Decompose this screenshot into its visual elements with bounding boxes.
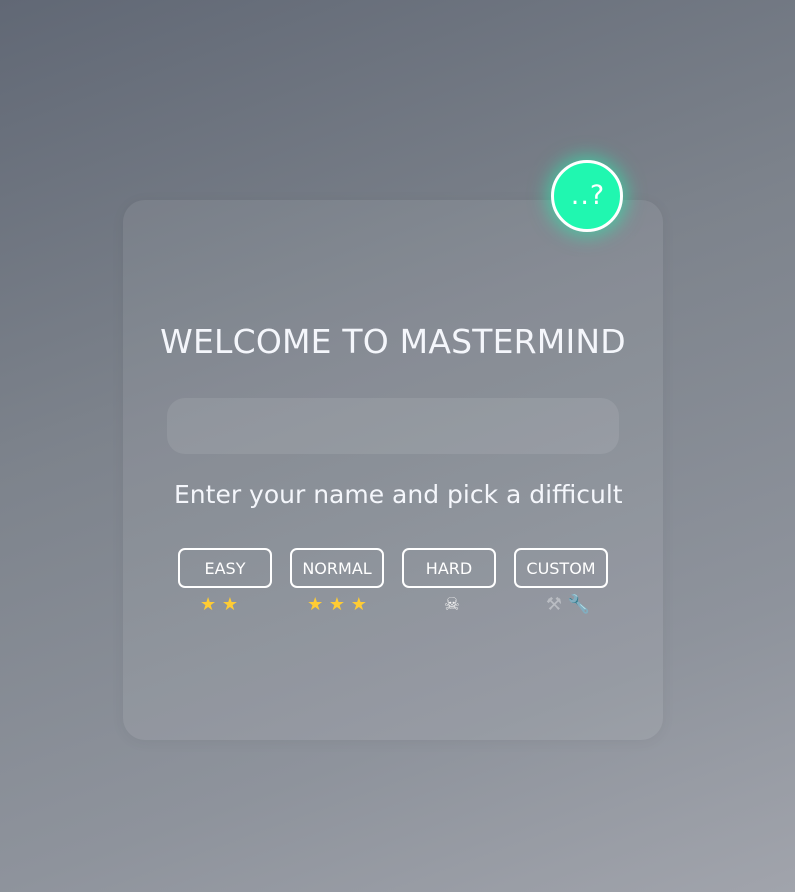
skull-icon: ☠: [443, 594, 461, 615]
normal-button[interactable]: NORMAL: [290, 548, 384, 588]
normal-rating: ★ ★ ★: [307, 594, 367, 616]
help-button[interactable]: ..?: [551, 160, 623, 232]
custom-button[interactable]: CUSTOM: [514, 548, 608, 588]
instruction-text: Enter your name and pick a difficult: [174, 480, 623, 509]
help-label: ..?: [570, 179, 606, 211]
easy-rating: ★ ★: [200, 594, 238, 616]
tools-icon: ⚒ 🔧: [545, 594, 591, 615]
custom-rating: ⚒ 🔧: [532, 594, 590, 616]
star-icon: ★ ★ ★: [307, 594, 367, 615]
hard-rating: ☠: [438, 594, 460, 616]
easy-button[interactable]: EASY: [178, 548, 272, 588]
hard-button[interactable]: HARD: [402, 548, 496, 588]
page-title: WELCOME TO MASTERMIND: [160, 322, 626, 361]
difficulty-normal: NORMAL ★ ★ ★: [290, 548, 384, 616]
welcome-card: WELCOME TO MASTERMIND Enter your name an…: [123, 200, 663, 740]
difficulty-easy: EASY ★ ★: [178, 548, 272, 616]
name-input[interactable]: [167, 398, 619, 454]
star-icon: ★ ★: [200, 594, 238, 615]
difficulty-custom: CUSTOM ⚒ 🔧: [514, 548, 608, 616]
difficulty-selector: EASY ★ ★ NORMAL ★ ★ ★ HARD ☠ CUSTOM ⚒ 🔧: [178, 548, 608, 616]
difficulty-hard: HARD ☠: [402, 548, 496, 616]
